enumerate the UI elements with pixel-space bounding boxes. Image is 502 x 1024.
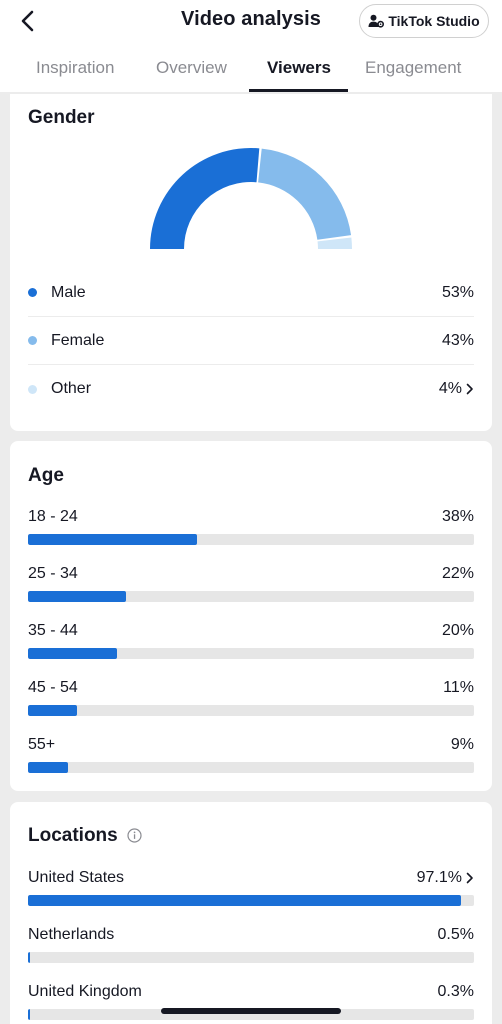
gender-value-female: 43% — [441, 331, 474, 349]
age-bar-fill — [28, 534, 198, 545]
tab-inspiration[interactable]: Inspiration — [36, 58, 114, 78]
chevron-right-icon — [466, 872, 473, 884]
age-label: 18 - 24 — [28, 508, 78, 525]
gender-row-other[interactable]: Other 4% — [28, 365, 474, 413]
gender-value-other-wrap: 4% — [439, 380, 474, 398]
tab-overview[interactable]: Overview — [156, 58, 227, 78]
age-value: 20% — [441, 622, 474, 639]
age-bar-track — [28, 705, 474, 716]
age-bar-fill — [28, 648, 118, 659]
chevron-right-icon — [466, 383, 473, 395]
age-bar-fill — [28, 591, 127, 602]
male-dot-icon — [28, 288, 37, 297]
age-value: 9% — [450, 736, 474, 753]
gender-label-other: Other — [51, 380, 92, 397]
active-tab-indicator — [249, 89, 348, 92]
age-value: 11% — [443, 679, 474, 696]
locations-title: Locations — [28, 825, 118, 846]
age-value: 38% — [441, 508, 474, 525]
age-label: 45 - 54 — [28, 679, 78, 696]
location-bar-fill — [28, 895, 462, 906]
home-indicator[interactable] — [161, 1008, 341, 1014]
gender-title: Gender — [28, 107, 95, 128]
location-label: United Kingdom — [28, 983, 142, 1000]
female-dot-icon — [28, 336, 37, 345]
age-card: Age 18 - 24 38% 25 - 34 22% 35 - 44 20% … — [10, 441, 492, 791]
gender-segment-female — [258, 148, 352, 240]
top-bar: Video analysis TikTok Studio Inspiration… — [0, 0, 502, 92]
age-bar-track — [28, 648, 474, 659]
age-label: 55+ — [28, 736, 56, 753]
info-icon[interactable] — [127, 828, 142, 844]
locations-card: Locations United States 97.1% Netherland… — [10, 802, 492, 1024]
location-bar-track — [28, 895, 474, 906]
gender-value-male: 53% — [441, 283, 474, 301]
gender-label-male: Male — [51, 283, 86, 301]
tab-viewers[interactable]: Viewers — [267, 58, 331, 78]
location-label: United States — [28, 869, 125, 886]
age-bar-fill — [28, 705, 78, 716]
age-value: 22% — [441, 565, 474, 582]
gender-label-female: Female — [51, 331, 105, 349]
person-gear-icon — [368, 14, 385, 28]
tab-engagement[interactable]: Engagement — [365, 58, 461, 78]
tiktok-studio-label: TikTok Studio — [388, 13, 480, 29]
location-value: 0.5% — [437, 926, 474, 943]
age-label: 35 - 44 — [28, 622, 78, 639]
location-value: 97.1% — [416, 869, 462, 886]
gender-segment-male — [150, 148, 260, 249]
gender-row-male: Male 53% — [28, 269, 474, 317]
age-bar-track — [28, 534, 474, 545]
tab-bar: Inspiration Overview Viewers Engagement — [0, 56, 502, 92]
age-label: 25 - 34 — [28, 565, 78, 582]
gender-value-other: 4% — [438, 380, 462, 397]
location-value: 0.3% — [437, 983, 474, 1000]
location-label: Netherlands — [28, 926, 115, 943]
age-title: Age — [28, 465, 64, 486]
gender-segment-other — [317, 237, 352, 249]
location-bar-fill — [28, 952, 31, 963]
age-bar-track — [28, 591, 474, 602]
other-dot-icon — [28, 384, 37, 394]
location-bar-fill — [28, 1009, 31, 1020]
locations-title-wrap: Locations — [28, 825, 142, 847]
age-bar-track — [28, 762, 474, 773]
location-value-wrap[interactable]: 97.1% — [417, 869, 474, 887]
age-bar-fill — [28, 762, 69, 773]
gender-donut-chart — [150, 148, 352, 249]
gender-row-female: Female 43% — [28, 317, 474, 365]
location-bar-track — [28, 952, 474, 963]
tiktok-studio-button[interactable]: TikTok Studio — [359, 4, 489, 38]
gender-card: Gender Male 53% Female 43% Other 4% — [10, 94, 492, 431]
